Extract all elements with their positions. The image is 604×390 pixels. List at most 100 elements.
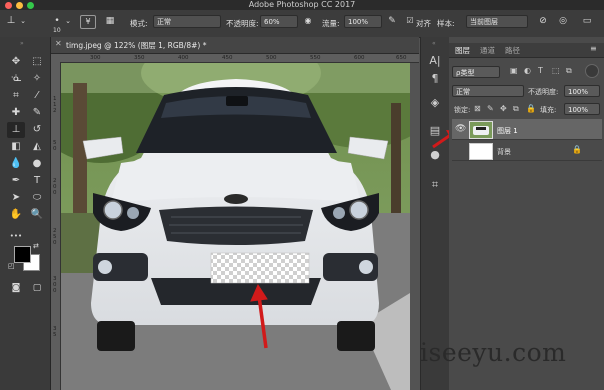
paint-bucket-tool-icon[interactable]: ◭ bbox=[28, 139, 46, 155]
layer-opacity-input[interactable]: 100% bbox=[564, 85, 600, 97]
pixel-filter-icon[interactable]: ▣ bbox=[510, 66, 518, 75]
fill-input[interactable]: 100% bbox=[564, 103, 600, 115]
magic-wand-tool-icon[interactable]: ✧ bbox=[28, 71, 46, 87]
more-tools-icon[interactable]: ••• bbox=[7, 228, 25, 244]
ruler-top-label: 550 bbox=[310, 55, 321, 61]
ruler-left-label: 5 bbox=[53, 332, 57, 338]
blend-mode-select[interactable]: 正常 bbox=[452, 85, 524, 97]
document-tab-title[interactable]: timg.jpeg @ 122% (图层 1, RGB/8#) * bbox=[66, 40, 206, 51]
ruler-top-label: 650 bbox=[396, 55, 407, 61]
tab-channels[interactable]: 通道 bbox=[480, 45, 495, 56]
default-colors-icon[interactable]: ◰ bbox=[8, 262, 15, 270]
flow-label: 流量: bbox=[322, 19, 340, 28]
lock-all-icon[interactable]: 🔒 bbox=[526, 104, 536, 113]
lock-artboard-icon[interactable]: ⧉ bbox=[513, 104, 519, 114]
ruler-top-label: 600 bbox=[354, 55, 365, 61]
smart-object-filter-icon[interactable]: ⧉ bbox=[566, 66, 572, 76]
layer-thumbnail-image bbox=[470, 122, 492, 138]
ignore-adjustment-icon[interactable]: ⊘ bbox=[536, 14, 550, 28]
move-tool-icon[interactable]: ✥ bbox=[7, 54, 25, 70]
close-document-icon[interactable]: ✕ bbox=[55, 39, 62, 48]
history-brush-tool-icon[interactable]: ↺ bbox=[28, 122, 46, 138]
chevron-down-icon[interactable]: ⌄ bbox=[19, 14, 27, 28]
opacity-label: 不透明度: bbox=[226, 19, 259, 28]
layers-panel-icon[interactable]: ◈ bbox=[426, 94, 444, 112]
layer-name[interactable]: 图层 1 bbox=[497, 126, 518, 136]
ruler-top-label: 400 bbox=[178, 55, 189, 61]
visibility-eye-icon[interactable]: 👁 bbox=[455, 124, 466, 134]
crop-panel-icon[interactable]: ⌗ bbox=[426, 176, 444, 194]
flow-input[interactable]: 100% bbox=[344, 15, 382, 28]
path-selection-tool-icon[interactable]: ➤ bbox=[7, 190, 25, 206]
opacity-input[interactable]: 60% bbox=[260, 15, 298, 28]
align-checkbox[interactable]: ☑ bbox=[404, 14, 416, 28]
layers-panel-tabbar bbox=[449, 43, 604, 58]
lock-pixels-icon[interactable]: ✎ bbox=[487, 104, 494, 113]
tools-collapse-icon[interactable]: » bbox=[20, 40, 24, 47]
type-filter-icon[interactable]: T bbox=[538, 66, 543, 75]
clone-source-panel-icon[interactable]: ▦ bbox=[103, 14, 117, 28]
tab-paths[interactable]: 路径 bbox=[505, 45, 520, 56]
clone-stamp-tool-icon[interactable]: ⊥ bbox=[7, 122, 25, 138]
background-thumbnail bbox=[469, 143, 493, 160]
tab-layers[interactable]: 图层 bbox=[455, 45, 470, 56]
car-photo bbox=[61, 63, 410, 390]
airbrush-icon[interactable]: ✎ bbox=[386, 14, 398, 28]
mode-select[interactable]: 正常 bbox=[153, 15, 221, 28]
lock-transparent-icon[interactable]: ⊠ bbox=[474, 104, 481, 113]
brush-dropdown-icon[interactable]: ⌄ bbox=[64, 14, 72, 28]
ruler-left-label: 2 bbox=[53, 108, 57, 114]
blur-tool-icon[interactable]: 💧 bbox=[7, 156, 25, 172]
layer-kind-filter[interactable]: ρ类型 bbox=[452, 66, 500, 78]
panel-menu-icon[interactable]: ≡ bbox=[590, 44, 597, 53]
app-title: Adobe Photoshop CC 2017 bbox=[248, 0, 356, 9]
filter-toggle-button[interactable] bbox=[585, 64, 599, 78]
pen-tool-icon[interactable]: ✒ bbox=[7, 173, 25, 189]
screen-mode-icon[interactable]: ▢ bbox=[28, 280, 46, 296]
ruler-left-label: 0 bbox=[53, 240, 57, 246]
ruler-top-label: 500 bbox=[266, 55, 277, 61]
foreground-color-swatch[interactable] bbox=[14, 246, 31, 263]
brush-tool-icon[interactable]: ✎ bbox=[28, 105, 46, 121]
zoom-tool-icon[interactable]: 🔍 bbox=[28, 207, 46, 223]
eraser-tool-icon[interactable]: ◧ bbox=[7, 139, 25, 155]
layer-name[interactable]: 背景 bbox=[497, 147, 511, 157]
lasso-tool-icon[interactable]: ᓍ bbox=[7, 71, 25, 87]
brush-preset-icon[interactable]: • bbox=[50, 14, 64, 28]
type-tool-icon[interactable]: T bbox=[28, 173, 46, 189]
ruler-top-label: 300 bbox=[90, 55, 101, 61]
fill-label: 填充: bbox=[540, 106, 557, 114]
workspace-icon[interactable]: ▭ bbox=[580, 14, 594, 28]
document-canvas[interactable] bbox=[61, 63, 410, 390]
shape-filter-icon[interactable]: ⬚ bbox=[552, 66, 560, 75]
hand-tool-icon[interactable]: ✋ bbox=[7, 207, 25, 223]
ruler-left-label: 0 bbox=[53, 190, 57, 196]
watermark-text: iseeyu.com bbox=[420, 338, 567, 367]
layer-lock-icon: 🔒 bbox=[572, 145, 582, 154]
adjustment-filter-icon[interactable]: ◐ bbox=[524, 66, 531, 75]
pressure-size-icon[interactable]: ◎ bbox=[556, 14, 570, 28]
eyedropper-tool-icon[interactable]: ⁄ bbox=[28, 88, 46, 104]
lock-position-icon[interactable]: ✥ bbox=[500, 104, 507, 113]
strip-collapse-icon[interactable]: « bbox=[432, 40, 436, 47]
swap-colors-icon[interactable]: ⇄ bbox=[33, 242, 39, 250]
layer-thumbnail bbox=[469, 121, 493, 139]
layer-opacity-label: 不透明度: bbox=[528, 88, 559, 96]
dodge-tool-icon[interactable]: ● bbox=[28, 156, 46, 172]
clone-stamp-preset-icon[interactable]: ⊥ bbox=[4, 14, 18, 28]
shape-tool-icon[interactable]: ⬭ bbox=[28, 190, 46, 206]
crop-tool-icon[interactable]: ⌗ bbox=[7, 88, 25, 104]
lock-label: 锁定: bbox=[454, 106, 471, 114]
quick-mask-icon[interactable]: ◙ bbox=[7, 280, 25, 296]
paragraph-panel-icon[interactable]: ¶ bbox=[426, 70, 444, 88]
align-label: 对齐 bbox=[416, 19, 431, 28]
mode-label: 模式: bbox=[130, 19, 148, 28]
pressure-opacity-icon[interactable]: ◉ bbox=[302, 14, 314, 28]
brush-settings-icon[interactable]: ¥ bbox=[80, 15, 96, 29]
ruler-left-label: 0 bbox=[53, 146, 57, 152]
marquee-tool-icon[interactable]: ⬚ bbox=[28, 54, 46, 70]
character-panel-icon[interactable]: A| bbox=[426, 52, 444, 70]
sample-select[interactable]: 当前图层 bbox=[466, 15, 528, 28]
healing-brush-tool-icon[interactable]: ✚ bbox=[7, 105, 25, 121]
transparent-plate-area bbox=[210, 252, 310, 284]
